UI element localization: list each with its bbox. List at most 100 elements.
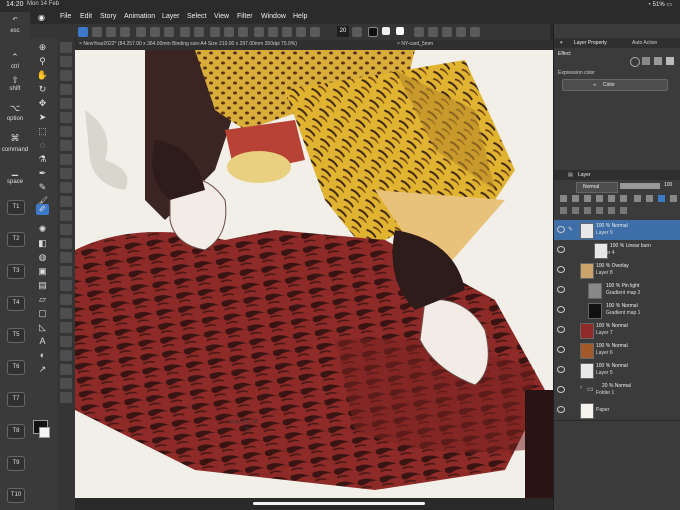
invert-select-icon[interactable] bbox=[282, 27, 292, 37]
subtool-item[interactable] bbox=[60, 266, 72, 277]
subtool-item[interactable] bbox=[60, 56, 72, 67]
space-key[interactable]: space bbox=[0, 179, 30, 185]
tab-newyear[interactable]: × NewYear2022* (84.257.00 x 364.00mm Bin… bbox=[79, 41, 297, 47]
subtool-item[interactable] bbox=[60, 70, 72, 81]
visibility-eye-icon[interactable] bbox=[557, 346, 565, 353]
subtool-item[interactable] bbox=[60, 42, 72, 53]
layer-row-layer5[interactable]: 100 % Normal Layer 5 bbox=[554, 360, 680, 381]
watercolor-effect-icon[interactable] bbox=[642, 57, 650, 65]
rotate-tool-icon[interactable]: ↻ bbox=[36, 84, 49, 95]
delete-layer-icon[interactable] bbox=[620, 207, 627, 214]
gradient-tool-icon[interactable]: ▤ bbox=[36, 280, 49, 291]
layer-row-paper[interactable]: Paper bbox=[554, 400, 680, 421]
subtool-item[interactable] bbox=[60, 280, 72, 291]
drawing-canvas[interactable]: วิลเลมโก๊ะ_18 ทีม bbox=[75, 50, 553, 498]
undo-cmd-icon[interactable] bbox=[180, 27, 190, 37]
visibility-eye-icon[interactable] bbox=[557, 366, 565, 373]
layer-row-layer9[interactable]: ✎ 100 % Normal Layer 9 bbox=[554, 220, 680, 241]
opacity-value[interactable]: 100 bbox=[664, 182, 672, 188]
expression-color-select[interactable]: ◕ Color bbox=[562, 79, 668, 91]
copy-icon[interactable] bbox=[224, 27, 234, 37]
layer-row-layer4[interactable]: 100 % Linear burn Layer 4 bbox=[554, 240, 680, 261]
fill-icon[interactable] bbox=[428, 27, 438, 37]
t6-key[interactable]: T6 bbox=[7, 360, 25, 375]
new-raster-layer-icon[interactable] bbox=[560, 207, 567, 214]
pen-tool-icon[interactable]: ✒ bbox=[36, 168, 49, 179]
transform-icon[interactable] bbox=[254, 27, 264, 37]
redo-cmd-icon[interactable] bbox=[194, 27, 204, 37]
ctrl-key[interactable]: ctrl bbox=[0, 64, 30, 70]
layer-row-gradient-map-2[interactable]: 100 % Pin light Gradient map 2 bbox=[554, 280, 680, 301]
airbrush-tool-icon[interactable]: ✐ bbox=[36, 204, 49, 215]
visibility-eye-icon[interactable] bbox=[557, 406, 565, 413]
menu-animation[interactable]: Animation bbox=[124, 13, 155, 20]
subtool-item[interactable] bbox=[60, 294, 72, 305]
layer-menu-icon[interactable] bbox=[670, 195, 677, 202]
visibility-eye-icon[interactable] bbox=[557, 286, 565, 293]
selection-marquee-icon[interactable]: ⬚ bbox=[36, 126, 49, 137]
t7-key[interactable]: T7 bbox=[7, 392, 25, 407]
brush-size-value[interactable]: 20 bbox=[337, 26, 349, 37]
balloon-tool-icon[interactable]: ◐ bbox=[36, 350, 49, 361]
t10-key[interactable]: T10 bbox=[7, 488, 25, 503]
search-tool-icon[interactable]: ⚲ bbox=[36, 56, 49, 67]
layer-row-layer8[interactable]: 100 % Overlay Layer 8 bbox=[554, 260, 680, 281]
color-layer-icon[interactable] bbox=[634, 195, 641, 202]
lock-icon[interactable] bbox=[584, 195, 591, 202]
sub-color-indicator[interactable] bbox=[39, 427, 50, 438]
mask-icon[interactable] bbox=[442, 27, 452, 37]
menu-lines-icon[interactable] bbox=[120, 27, 130, 37]
border-effect-icon[interactable] bbox=[630, 57, 640, 67]
menu-window[interactable]: Window bbox=[261, 13, 286, 20]
sub-color-swatch[interactable] bbox=[382, 27, 390, 35]
esc-key[interactable]: esc bbox=[0, 28, 30, 34]
selection-tool-icon[interactable] bbox=[78, 27, 88, 37]
color-effect-icon[interactable] bbox=[666, 57, 674, 65]
menu-story[interactable]: Story bbox=[100, 13, 116, 20]
new-layer-icon[interactable] bbox=[658, 195, 665, 202]
subtool-item[interactable] bbox=[60, 210, 72, 221]
t5-key[interactable]: T5 bbox=[7, 328, 25, 343]
subtool-item[interactable] bbox=[60, 126, 72, 137]
home-indicator[interactable] bbox=[253, 502, 425, 505]
new-folder-icon[interactable] bbox=[584, 207, 591, 214]
figure-tool-icon[interactable]: ▱ bbox=[36, 294, 49, 305]
subtool-item[interactable] bbox=[60, 350, 72, 361]
t9-key[interactable]: T9 bbox=[7, 456, 25, 471]
subtool-item[interactable] bbox=[60, 168, 72, 179]
stabilizer-icon[interactable] bbox=[414, 27, 424, 37]
subtool-item[interactable] bbox=[60, 84, 72, 95]
tab-auto-action[interactable]: Auto Action bbox=[632, 40, 657, 46]
rotate-icon[interactable] bbox=[470, 27, 480, 37]
app-logo-icon[interactable]: ◉ bbox=[38, 13, 45, 22]
subtool-item[interactable] bbox=[60, 224, 72, 235]
flip-icon[interactable] bbox=[456, 27, 466, 37]
ruler-layer-icon[interactable] bbox=[620, 195, 627, 202]
cut-icon[interactable] bbox=[210, 27, 220, 37]
t4-key[interactable]: T4 bbox=[7, 296, 25, 311]
hand-tool-icon[interactable]: ✋ bbox=[36, 70, 49, 81]
deselect-icon[interactable] bbox=[268, 27, 278, 37]
menu-edit[interactable]: Edit bbox=[80, 13, 92, 20]
grid-icon[interactable] bbox=[106, 27, 116, 37]
tab-nycard[interactable]: × NY-card_5mm bbox=[397, 41, 433, 47]
undo-icon[interactable]: ↶ bbox=[0, 16, 30, 23]
visibility-eye-icon[interactable] bbox=[557, 266, 565, 273]
visibility-eye-icon[interactable] bbox=[557, 306, 565, 313]
frame-tool-icon[interactable]: ▢ bbox=[36, 308, 49, 319]
t8-key[interactable]: T8 bbox=[7, 424, 25, 439]
subtool-item[interactable] bbox=[60, 238, 72, 249]
blend-tool-icon[interactable]: ◍ bbox=[36, 252, 49, 263]
tab-layer-property[interactable]: Layer Property bbox=[574, 40, 607, 46]
t3-key[interactable]: T3 bbox=[7, 264, 25, 279]
ruler-tool-icon[interactable]: ◺ bbox=[36, 322, 49, 333]
layer-row-gradient-map-1[interactable]: 100 % Normal Gradient map 1 bbox=[554, 300, 680, 321]
merge-layer-icon[interactable] bbox=[608, 207, 615, 214]
zoom-tool-icon[interactable]: ⊕ bbox=[36, 42, 49, 53]
ruler-icon[interactable] bbox=[296, 27, 306, 37]
opacity-slider[interactable] bbox=[620, 183, 660, 189]
blend-mode-select[interactable]: Normal bbox=[576, 182, 618, 193]
visibility-eye-icon[interactable] bbox=[557, 246, 565, 253]
subtool-item[interactable] bbox=[60, 182, 72, 193]
layer-row-layer7[interactable]: 100 % Normal Layer 7 bbox=[554, 320, 680, 341]
